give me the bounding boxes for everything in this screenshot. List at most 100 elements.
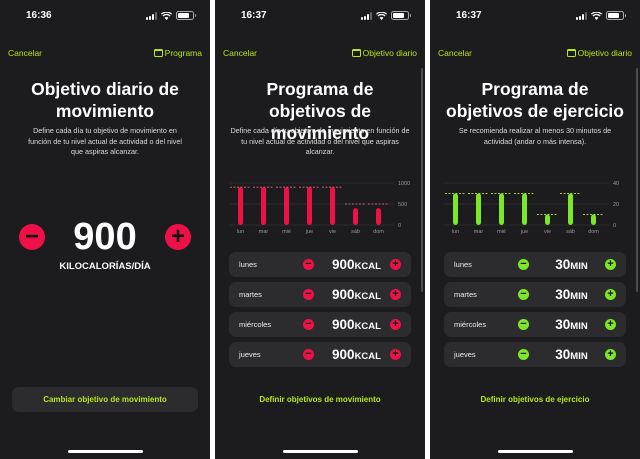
screen-exercise-schedule: 16:37 Cancelar Objetivo diario Programa …: [430, 0, 640, 459]
decrease-button[interactable]: −: [518, 319, 529, 330]
set-move-goals-button[interactable]: Definir objetivos de movimiento: [227, 387, 413, 412]
chart-bar: [238, 187, 243, 225]
day-goal-row: jueves − 30MIN +: [444, 342, 626, 367]
x-tick-label: vie: [329, 229, 336, 235]
wifi-icon: [591, 12, 602, 20]
decrease-button[interactable]: −: [303, 289, 314, 300]
chart-bar: [568, 193, 573, 225]
move-schedule-chart: 1000 500 0 lun mar mié jue vie sáb dom: [229, 181, 410, 235]
day-goal-value: 900KCAL: [332, 287, 381, 302]
schedule-button[interactable]: Programa: [153, 48, 202, 58]
decrease-button[interactable]: −: [518, 259, 529, 270]
battery-icon: [606, 11, 626, 20]
page-title: Objetivo diario de movimiento: [31, 79, 179, 121]
day-goal-value: 30MIN: [555, 317, 588, 332]
page-description: Define cada día tu objetivo de movimient…: [28, 126, 182, 156]
schedule-button-label: Programa: [164, 48, 202, 58]
increase-button[interactable]: +: [605, 349, 616, 360]
cancel-button[interactable]: Cancelar: [438, 48, 472, 58]
cellular-signal-icon: [576, 12, 587, 20]
day-goal-value: 900KCAL: [332, 257, 381, 272]
x-tick-label: vie: [544, 229, 551, 235]
change-move-goal-button[interactable]: Cambiar objetivo de movimiento: [12, 387, 198, 412]
day-label: lunes: [454, 260, 472, 269]
decrease-button[interactable]: −: [303, 349, 314, 360]
daily-goal-button-label: Objetivo diario: [362, 48, 417, 58]
home-indicator[interactable]: [68, 450, 143, 453]
cancel-button[interactable]: Cancelar: [223, 48, 257, 58]
decrease-button[interactable]: −: [303, 259, 314, 270]
status-time: 16:37: [456, 10, 482, 21]
x-tick-label: mar: [474, 229, 484, 235]
x-tick-label: dom: [588, 229, 599, 235]
increase-button[interactable]: +: [390, 289, 401, 300]
x-tick-label: lun: [237, 229, 244, 235]
increase-button[interactable]: +: [165, 224, 191, 250]
daily-goal-button[interactable]: Objetivo diario: [566, 48, 632, 58]
status-bar: 16:36: [0, 8, 210, 24]
decrease-button[interactable]: −: [518, 349, 529, 360]
decrease-button[interactable]: −: [518, 289, 529, 300]
day-goal-value: 30MIN: [555, 287, 588, 302]
cancel-button[interactable]: Cancelar: [8, 48, 42, 58]
x-tick-label: dom: [373, 229, 384, 235]
day-goal-list: lunes − 30MIN + martes − 30MIN + miércoles − 30MIN…: [444, 252, 626, 370]
day-goal-row: miércoles − 30MIN +: [444, 312, 626, 337]
chart-bar: [453, 193, 458, 225]
increase-button[interactable]: +: [605, 259, 616, 270]
y-tick-label: 1000: [398, 181, 410, 187]
chart-bar: [545, 214, 550, 225]
x-tick-label: lun: [452, 229, 459, 235]
day-goal-value: 30MIN: [555, 347, 588, 362]
chart-bar: [476, 193, 481, 225]
page-description: Se recomienda realizar al menos 30 minut…: [458, 126, 612, 146]
home-indicator[interactable]: [283, 450, 358, 453]
day-label: jueves: [239, 350, 261, 359]
x-tick-label: mié: [497, 229, 506, 235]
chart-bar: [376, 208, 381, 225]
day-label: jueves: [454, 350, 476, 359]
day-goal-row: miércoles − 900KCAL +: [229, 312, 411, 337]
y-tick-label: 20: [613, 202, 619, 208]
page-title: Programa de objetivos de ejercicio: [446, 79, 624, 121]
cellular-signal-icon: [361, 12, 372, 20]
day-goal-value: 900KCAL: [332, 347, 381, 362]
chart-bar: [353, 208, 358, 225]
day-label: martes: [454, 290, 477, 299]
status-time: 16:37: [241, 10, 267, 21]
x-tick-label: mié: [282, 229, 291, 235]
day-label: lunes: [239, 260, 257, 269]
day-goal-row: martes − 30MIN +: [444, 282, 626, 307]
increase-button[interactable]: +: [390, 259, 401, 270]
status-bar: 16:37: [430, 8, 640, 24]
x-tick-label: sáb: [351, 229, 360, 235]
screen-move-goal: 16:36 Cancelar Programa Objetivo diario …: [0, 0, 210, 459]
x-tick-label: sáb: [566, 229, 575, 235]
increase-button[interactable]: +: [390, 319, 401, 330]
set-exercise-goals-button[interactable]: Definir objetivos de ejercicio: [442, 387, 628, 412]
x-tick-label: jue: [520, 229, 528, 235]
increase-button[interactable]: +: [605, 289, 616, 300]
chart-bar: [591, 214, 596, 225]
decrease-button[interactable]: −: [303, 319, 314, 330]
chart-bar: [284, 187, 289, 225]
day-label: martes: [239, 290, 262, 299]
day-goal-row: martes − 900KCAL +: [229, 282, 411, 307]
day-goal-row: jueves − 900KCAL +: [229, 342, 411, 367]
day-goal-list: lunes − 900KCAL + martes − 900KCAL + miércoles − 9…: [229, 252, 411, 370]
battery-icon: [391, 11, 411, 20]
y-tick-label: 500: [398, 202, 407, 208]
day-goal-row: lunes − 30MIN +: [444, 252, 626, 277]
daily-goal-button[interactable]: Objetivo diario: [351, 48, 417, 58]
day-goal-value: 30MIN: [555, 257, 588, 272]
page-description: Define cada día tu objetivo de movimient…: [230, 126, 410, 156]
increase-button[interactable]: +: [605, 319, 616, 330]
increase-button[interactable]: +: [390, 349, 401, 360]
chart-bar: [307, 187, 312, 225]
chart-bar: [522, 193, 527, 225]
day-goal-value: 900KCAL: [332, 317, 381, 332]
chart-bar: [499, 193, 504, 225]
y-tick-label: 0: [613, 223, 616, 229]
home-indicator[interactable]: [498, 450, 573, 453]
chart-bar: [261, 187, 266, 225]
